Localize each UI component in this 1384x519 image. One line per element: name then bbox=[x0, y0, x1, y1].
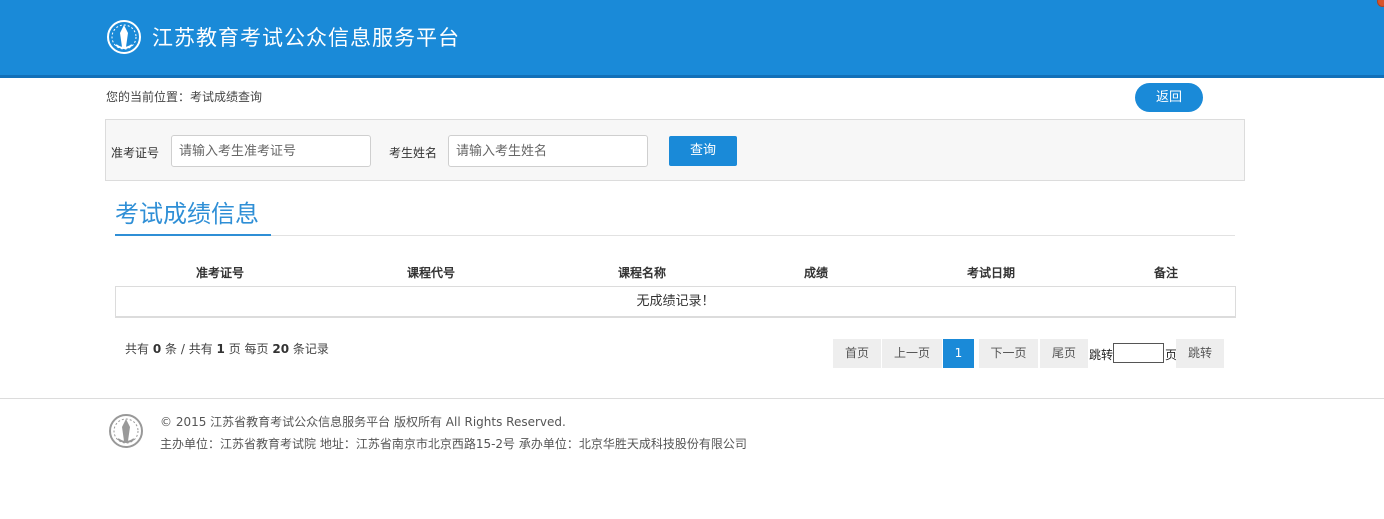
candidate-name-input[interactable] bbox=[448, 135, 648, 167]
site-header: 江苏教育考试公众信息服务平台 bbox=[0, 0, 1384, 78]
footer-organizer: 主办单位：江苏省教育考试院 地址：江苏省南京市北京西路15-2号 承办单位：北京… bbox=[160, 437, 747, 451]
query-button[interactable]: 查询 bbox=[669, 136, 737, 166]
exam-authority-logo-icon bbox=[107, 20, 141, 54]
column-header: 课程名称 bbox=[617, 266, 667, 280]
back-button[interactable]: 返回 bbox=[1135, 83, 1203, 112]
first-page-button[interactable]: 首页 bbox=[833, 339, 881, 368]
footer-divider bbox=[0, 398, 1384, 399]
summary-mid2: 页 每页 bbox=[228, 342, 269, 356]
summary-per-page: 20 bbox=[272, 342, 290, 356]
column-header: 考试日期 bbox=[966, 266, 1016, 280]
footer-logo-icon bbox=[109, 414, 143, 448]
empty-results-row: 无成绩记录！ bbox=[115, 286, 1236, 318]
column-header: 成绩 bbox=[803, 266, 829, 280]
ticket-number-label: 准考证号 bbox=[111, 146, 160, 160]
site-title: 江苏教育考试公众信息服务平台 bbox=[152, 26, 460, 50]
summary-total: 0 bbox=[152, 342, 162, 356]
search-panel: 准考证号 考生姓名 查询 bbox=[105, 119, 1245, 181]
section-title-underline bbox=[115, 234, 271, 236]
next-page-button[interactable]: 下一页 bbox=[979, 339, 1038, 368]
candidate-name-label: 考生姓名 bbox=[389, 146, 438, 160]
summary-pages: 1 bbox=[216, 342, 225, 356]
ticket-number-input[interactable] bbox=[171, 135, 371, 167]
column-header: 课程代号 bbox=[406, 266, 456, 280]
section-divider bbox=[115, 235, 1235, 236]
window-close-dot[interactable] bbox=[1377, 0, 1384, 7]
previous-page-button[interactable]: 上一页 bbox=[882, 339, 942, 368]
summary-mid1: 条 / 共有 bbox=[165, 342, 213, 356]
record-summary: 共有 0 条 / 共有 1 页 每页 20 条记录 bbox=[125, 340, 329, 357]
breadcrumb: 您的当前位置：考试成绩查询 bbox=[106, 90, 263, 104]
section-title: 考试成绩信息 bbox=[115, 200, 259, 228]
summary-suffix: 条记录 bbox=[292, 342, 329, 356]
column-header: 准考证号 bbox=[195, 266, 245, 280]
results-table-header: 准考证号 课程代号 课程名称 成绩 考试日期 备注 bbox=[115, 258, 1236, 286]
footer-copyright: © 2015 江苏省教育考试公众信息服务平台 版权所有 All Rights R… bbox=[160, 415, 566, 429]
current-page-button[interactable]: 1 bbox=[943, 339, 974, 368]
summary-prefix: 共有 bbox=[125, 342, 150, 356]
jump-prefix-label: 跳转 bbox=[1089, 348, 1114, 362]
jump-button[interactable]: 跳转 bbox=[1176, 339, 1224, 368]
column-header: 备注 bbox=[1153, 266, 1179, 280]
jump-page-input[interactable] bbox=[1113, 343, 1164, 363]
last-page-button[interactable]: 尾页 bbox=[1040, 339, 1088, 368]
